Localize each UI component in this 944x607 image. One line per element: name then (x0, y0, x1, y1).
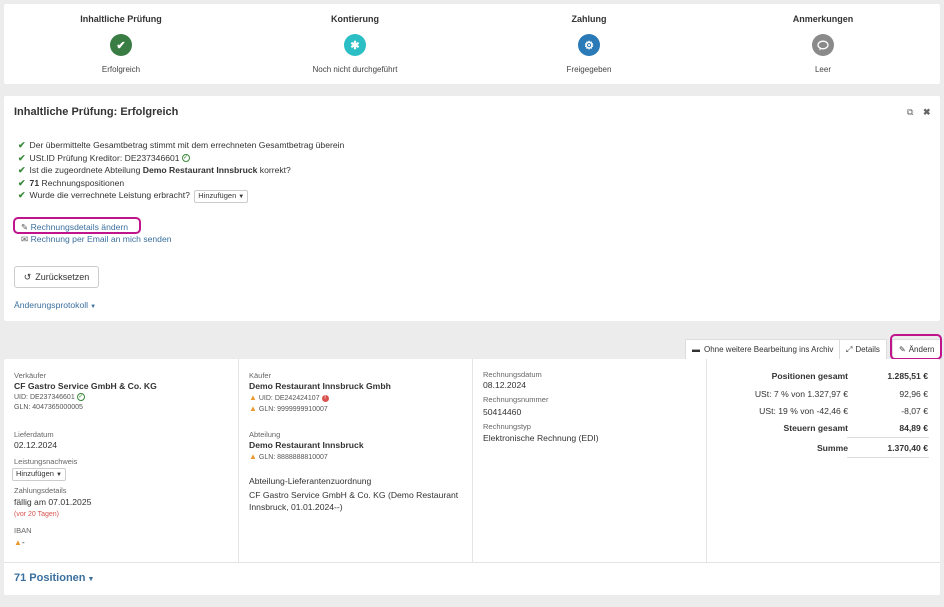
positions-total-row: Positionen gesamt 1.285,51 € (771, 371, 928, 381)
step-title: Kontierung (331, 14, 379, 24)
gears-icon: ⚙ (578, 34, 600, 56)
invoice-type: Elektronische Rechnung (EDI) (483, 433, 599, 443)
warning-icon: ▲ (249, 452, 257, 461)
check-item: ✔ 71 Rechnungspositionen (18, 177, 125, 188)
check-item: ✔ Der übermittelte Gesamtbetrag stimmt mi… (18, 140, 345, 150)
add-service-proof-button[interactable]: Hinzufügen ▼ (194, 190, 249, 203)
caret-down-icon: ▼ (87, 576, 95, 583)
send-invoice-email-link[interactable]: ✉ Rechnung per Email an mich senden (21, 234, 172, 245)
payment-due: fällig am 07.01.2025 (14, 497, 92, 507)
warning-icon: ▲ (14, 538, 22, 547)
popout-icon[interactable]: ⧉ (907, 107, 913, 118)
details-button[interactable]: ⤢ Details (839, 339, 887, 359)
envelope-icon: ✉ (21, 234, 29, 244)
assignment-link[interactable]: CF Gastro Service GmbH & Co. KG (Demo Re… (249, 490, 458, 500)
asterisk-icon: ✱ (344, 34, 366, 56)
column-divider (238, 359, 239, 562)
close-icon[interactable]: ✖ (923, 107, 931, 118)
seller-gln: GLN: 4047365000005 (14, 404, 83, 411)
comment-icon (812, 34, 834, 56)
warning-icon: ▲ (249, 404, 257, 413)
step-title: Anmerkungen (792, 14, 854, 24)
buyer-uid: ▲ UID: DE242424107 ! (249, 393, 329, 402)
reset-button[interactable]: ↺ Zurücksetzen (14, 266, 99, 288)
archive-without-processing-button[interactable]: ▬ Ohne weitere Bearbeitung ins Archiv (685, 339, 841, 359)
buyer-name-link[interactable]: Demo Restaurant Innsbruck Gmbh (249, 381, 391, 391)
checkmark-icon: ✔ (18, 152, 26, 163)
expand-icon: ⤢ (846, 344, 853, 354)
divider (847, 437, 929, 438)
review-title: Inhaltliche Prüfung: Erfolgreich (14, 106, 179, 118)
iban-label: IBAN (14, 526, 32, 535)
column-divider (472, 359, 473, 562)
step-status: Noch nicht durchgeführt (312, 65, 398, 74)
checkmark-icon: ✔ (18, 165, 26, 175)
department-gln: ▲ GLN: 8888888810007 (249, 452, 328, 461)
invoice-details-card: Verkäufer CF Gastro Service GmbH & Co. K… (4, 359, 940, 595)
sum-row: Summe 1.370,40 € (816, 443, 928, 453)
buyer-gln: ▲ GLN: 9999999910007 (249, 404, 328, 413)
highlight-box (890, 334, 942, 360)
iban-value: ▲- (14, 537, 25, 547)
check-item: ✔ USt.ID Prüfung Kreditor: DE237346601 ✓ (18, 152, 190, 163)
check-item: ✔ Ist die zugeordnete Abteilung Demo Rest… (18, 165, 291, 175)
buyer-label: Käufer (249, 371, 272, 380)
caret-down-icon: ▼ (55, 472, 62, 478)
delivery-date: 02.12.2024 (14, 440, 58, 450)
seller-name: CF Gastro Service GmbH & Co. KG (14, 381, 157, 391)
step-status: Freigegeben (566, 65, 612, 74)
check-icon: ✔ (110, 34, 132, 56)
error-icon: ! (321, 394, 329, 402)
checkmark-icon: ✔ (18, 177, 26, 188)
department-label: Abteilung (249, 430, 281, 439)
checkmark-icon: ✔ (18, 140, 26, 150)
check-item: ✔ Wurde die verrechnete Leistung erbracht… (18, 189, 344, 203)
invoice-number: 50414460 (483, 407, 522, 417)
assignment-link-line2[interactable]: Innsbruck, 01.01.2024--) (249, 502, 343, 512)
archive-icon: ▬ (692, 345, 700, 354)
divider (847, 457, 929, 458)
vat-19-row: USt: 19 % von -42,46 € -8,07 € (759, 406, 928, 416)
department-name: Demo Restaurant Innsbruck (249, 440, 364, 450)
add-service-proof-dropdown[interactable]: Hinzufügen ▼ (12, 468, 66, 481)
divider (4, 562, 940, 563)
service-proof-label: Leistungsnachweis (14, 457, 78, 466)
changelog-link[interactable]: Änderungsprotokoll ▼ (14, 300, 96, 310)
step-status: Leer (814, 65, 831, 74)
invoice-date-label: Rechnungsdatum (483, 370, 542, 379)
check-list: ✔ Der übermittelte Gesamtbetrag stimmt mi… (18, 139, 345, 203)
workflow-steps: Inhaltliche Prüfung ✔ Erfolgreich Kontie… (4, 4, 940, 84)
checkmark-icon: ✔ (18, 190, 26, 200)
verified-icon: ✓ (181, 154, 190, 163)
caret-down-icon: ▼ (238, 194, 245, 200)
caret-down-icon: ▼ (90, 304, 97, 310)
positions-toggle[interactable]: 71 Positionen ▼ (14, 572, 94, 584)
assignment-label: Abteilung-Lieferantenzuordnung (249, 476, 372, 486)
seller-uid: UID: DE237346601 ✓ (14, 393, 85, 401)
step-title: Zahlung (571, 14, 607, 24)
column-divider (706, 359, 707, 562)
pencil-icon: ✎ (21, 222, 29, 232)
undo-icon: ↺ (23, 271, 32, 282)
warning-icon: ▲ (249, 393, 257, 402)
seller-label: Verkäufer (14, 371, 47, 380)
invoice-number-label: Rechnungsnummer (483, 395, 549, 404)
vat-7-row: USt: 7 % von 1.327,97 €92,96 € (754, 389, 928, 399)
review-panel: Inhaltliche Prüfung: Erfolgreich ⧉ ✖ ✔ De… (4, 96, 940, 321)
payment-overdue: (vor 20 Tagen) (14, 511, 60, 518)
edit-invoice-details-link[interactable]: ✎ Rechnungsdetails ändern (21, 222, 128, 233)
delivery-date-label: Lieferdatum (14, 430, 54, 439)
invoice-type-label: Rechnungstyp (483, 422, 531, 431)
verified-icon: ✓ (76, 393, 85, 401)
tax-total-row: Steuern gesamt 84,89 € (783, 423, 928, 433)
invoice-date: 08.12.2024 (483, 380, 527, 390)
step-title: Inhaltliche Prüfung (80, 14, 162, 24)
step-status: Erfolgreich (101, 65, 141, 74)
payment-details-label: Zahlungsdetails (14, 486, 67, 495)
